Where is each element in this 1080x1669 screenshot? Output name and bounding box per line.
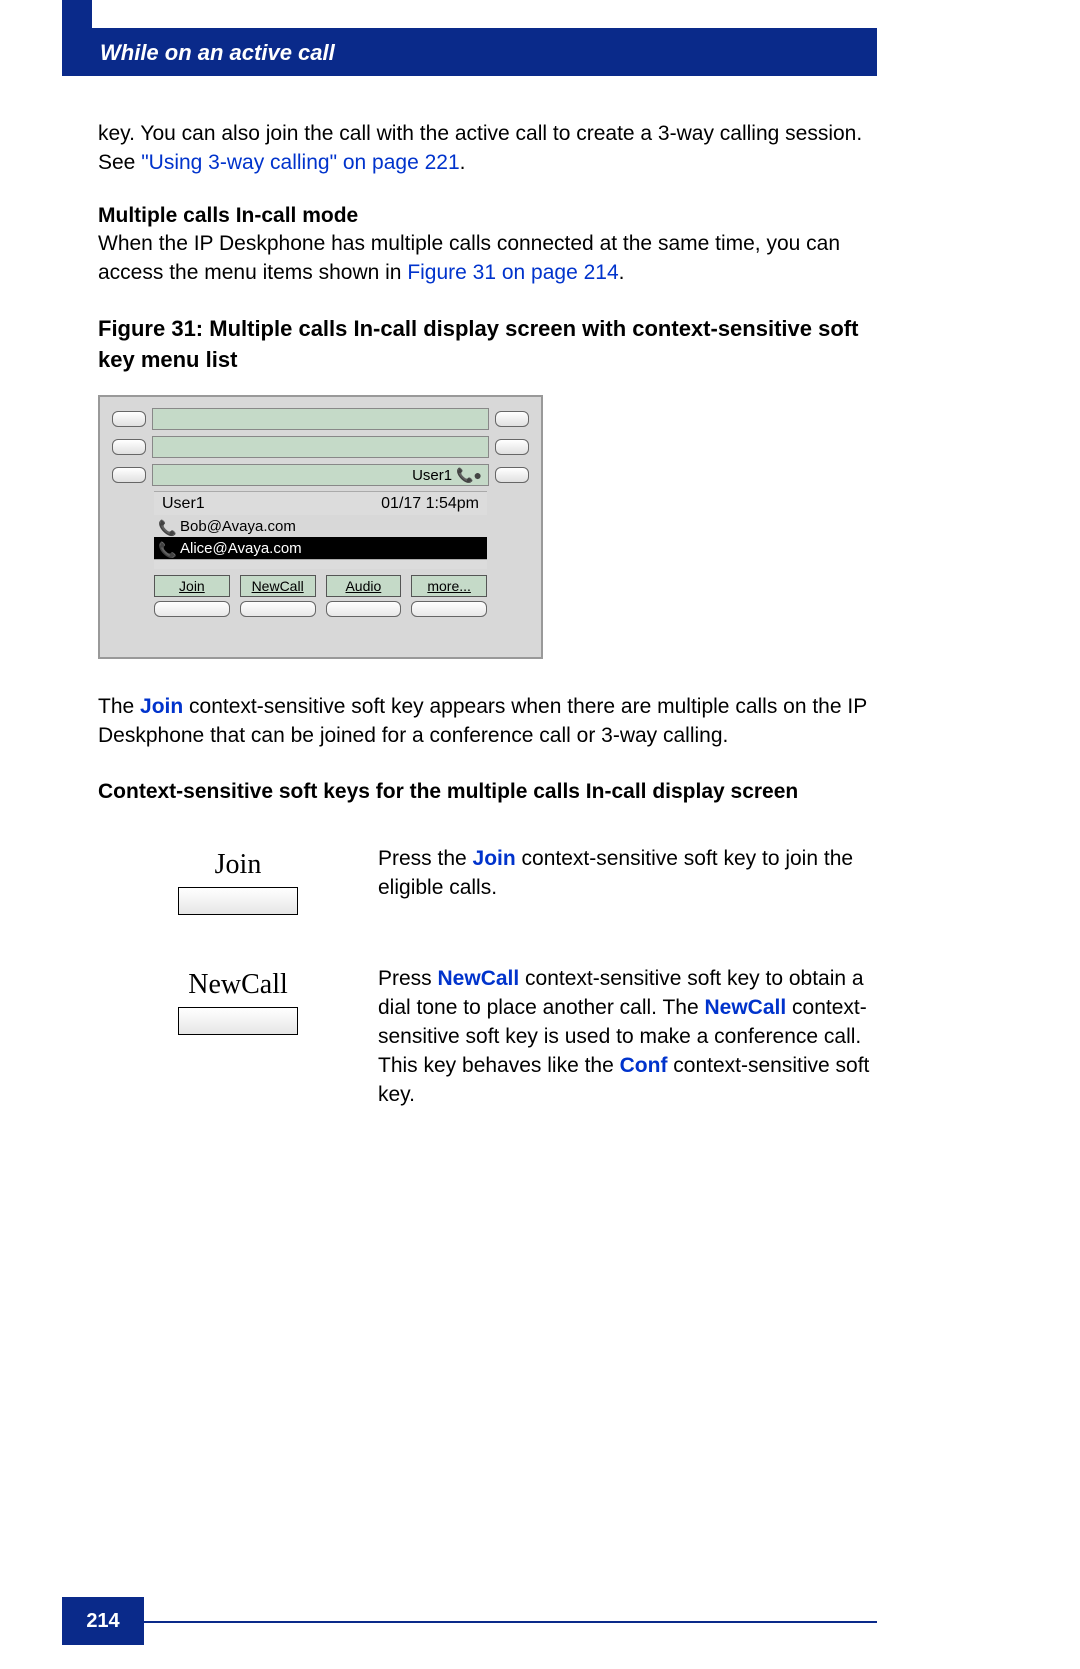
nc-desc-key2: NewCall	[705, 996, 787, 1019]
page-content: key. You can also join the call with the…	[98, 120, 893, 1160]
page-header: While on an active call	[62, 28, 877, 76]
line-key-left-1	[112, 411, 146, 427]
newcall-softkey-label: NewCall	[188, 969, 288, 1001]
subheading-softkeys: Context-sensitive soft keys for the mult…	[98, 777, 893, 806]
join-keyword: Join	[140, 695, 183, 718]
figure-caption: Figure 31: Multiple calls In-call displa…	[98, 314, 893, 376]
paragraph-join-key: The Join context-sensitive soft key appe…	[98, 693, 893, 751]
lcd-user-left: User1	[162, 495, 205, 513]
softkey-join: Join	[154, 575, 230, 597]
para3-b: context-sensitive soft key appears when …	[98, 695, 867, 747]
join-description: Press the Join context-sensitive soft ke…	[378, 845, 893, 915]
lcd-bar-1	[152, 408, 489, 430]
lcd-bar-3: User1 📞●	[152, 464, 489, 486]
lcd-bar-2	[152, 436, 489, 458]
page-number-block: 214	[62, 1597, 144, 1645]
line-key-left-2	[112, 439, 146, 455]
user1-right-label: User1	[412, 467, 452, 484]
link-3way-calling[interactable]: "Using 3-way calling" on page 221	[141, 151, 459, 174]
newcall-description: Press NewCall context-sensitive soft key…	[378, 965, 893, 1110]
softkey-row-newcall: NewCall Press NewCall context-sensitive …	[98, 965, 893, 1110]
line-key-right-1	[495, 411, 529, 427]
join-desc-a: Press the	[378, 847, 473, 870]
line-key-right-2	[495, 439, 529, 455]
call-2-address: Alice@Avaya.com	[180, 540, 302, 557]
join-softkey-label: Join	[215, 849, 262, 881]
intro-text-2: .	[460, 151, 466, 174]
join-desc-key: Join	[473, 847, 516, 870]
phone-screenshot: User1 📞● User1 01/17 1:54pm 📞 Bob@Avaya.…	[98, 395, 543, 659]
softkey-row-join: Join Press the Join context-sensitive so…	[98, 845, 893, 915]
softkey-table: Join Press the Join context-sensitive so…	[98, 845, 893, 1110]
softkey-more: more...	[411, 575, 487, 597]
call-icon-2: 📞	[158, 541, 176, 555]
subheading-multiple-calls: Multiple calls In-call mode	[98, 204, 893, 228]
nc-desc-key1: NewCall	[438, 967, 520, 990]
handset-icon: 📞●	[456, 467, 482, 484]
footer-rule	[144, 1621, 877, 1623]
softkey-newcall: NewCall	[240, 575, 316, 597]
paragraph-multiple-calls: When the IP Deskphone has multiple calls…	[98, 230, 893, 288]
join-softkey-button	[178, 887, 298, 915]
softkey-audio: Audio	[326, 575, 402, 597]
header-title: While on an active call	[100, 40, 335, 65]
call-1-address: Bob@Avaya.com	[180, 518, 296, 535]
lcd-timestamp: 01/17 1:54pm	[381, 495, 479, 513]
line-key-right-3	[495, 467, 529, 483]
page-number: 214	[86, 1610, 119, 1633]
line-key-left-3	[112, 467, 146, 483]
link-figure-31[interactable]: Figure 31 on page 214	[407, 261, 618, 284]
hard-softkey-1	[154, 601, 230, 617]
call-icon-1: 📞	[158, 519, 176, 533]
hard-softkey-3	[326, 601, 402, 617]
nc-desc-a: Press	[378, 967, 438, 990]
para3-a: The	[98, 695, 140, 718]
hard-softkey-4	[411, 601, 487, 617]
para2-b: .	[619, 261, 625, 284]
hard-softkey-2	[240, 601, 316, 617]
nc-desc-key3: Conf	[620, 1054, 668, 1077]
newcall-softkey-button	[178, 1007, 298, 1035]
intro-paragraph: key. You can also join the call with the…	[98, 120, 893, 178]
